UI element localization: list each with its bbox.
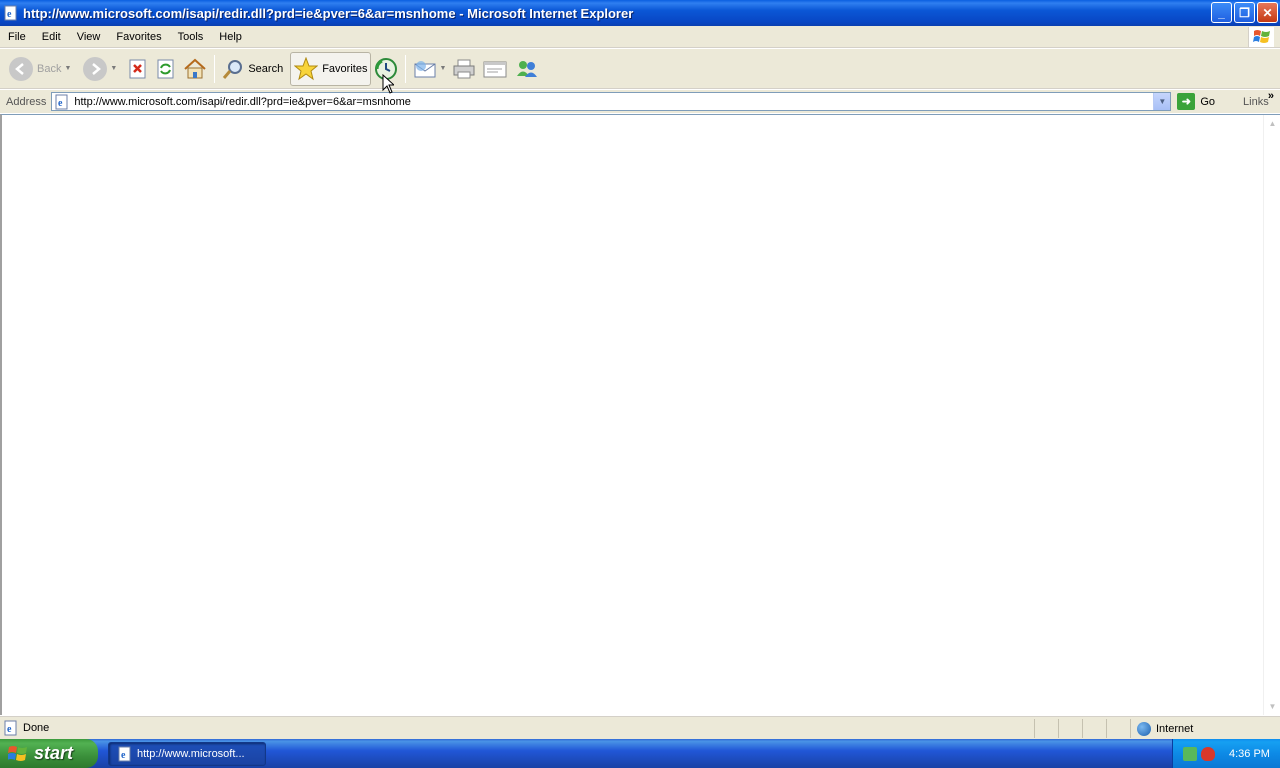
globe-icon — [1137, 721, 1151, 736]
toolbar-separator — [405, 54, 407, 83]
security-shield-icon[interactable] — [1201, 746, 1215, 761]
ie-page-icon: e — [4, 720, 17, 736]
toolbar-overflow-icon[interactable]: » — [1268, 90, 1274, 102]
edit-icon — [483, 61, 507, 77]
restore-button[interactable]: ❐ — [1234, 2, 1255, 23]
menu-bar: File Edit View Favorites Tools Help — [0, 26, 1280, 48]
status-bar: e Done Internet — [0, 716, 1280, 739]
mail-dropdown-icon[interactable]: ▼ — [439, 65, 446, 72]
ie-page-icon: e — [4, 5, 17, 21]
ie-page-icon: e — [55, 94, 68, 109]
menu-file[interactable]: File — [0, 26, 34, 48]
go-arrow-icon: ➜ — [1177, 93, 1196, 110]
scroll-up-icon[interactable]: ▲ — [1264, 115, 1280, 132]
favorites-label: Favorites — [322, 62, 368, 75]
windows-flag-icon — [1248, 27, 1274, 47]
status-pane — [1082, 719, 1106, 738]
start-label: start — [34, 743, 74, 763]
svg-text:e: e — [121, 750, 126, 761]
security-zone: Internet — [1130, 719, 1280, 738]
menu-favorites[interactable]: Favorites — [108, 26, 169, 48]
address-label: Address — [6, 95, 47, 108]
network-icon[interactable] — [1183, 746, 1197, 761]
favorites-button[interactable]: Favorites — [290, 51, 372, 86]
window-controls: _ ❐ ✕ — [1211, 2, 1278, 23]
favorites-star-icon — [294, 56, 319, 80]
back-button[interactable]: Back ▼ — [6, 52, 74, 86]
svg-text:e: e — [7, 724, 12, 735]
print-icon — [453, 59, 475, 78]
stop-icon — [129, 59, 146, 78]
messenger-icon — [517, 60, 538, 77]
clock[interactable]: 4:36 PM — [1229, 748, 1270, 760]
menu-help[interactable]: Help — [211, 26, 250, 48]
back-dropdown-icon[interactable]: ▼ — [64, 65, 71, 72]
taskbar-item-ie[interactable]: e http://www.microsoft... — [108, 741, 266, 766]
address-bar: Address e ▼ ➜ Go Links » — [0, 90, 1280, 113]
zone-label: Internet — [1156, 722, 1194, 735]
back-icon — [9, 56, 33, 81]
status-pane — [1058, 719, 1082, 738]
links-button[interactable]: Links — [1243, 96, 1269, 108]
title-bar: e http://www.microsoft.com/isapi/redir.d… — [0, 0, 1280, 26]
ie-page-icon: e — [118, 746, 131, 761]
taskbar-item-label: http://www.microsoft... — [137, 747, 245, 760]
menu-view[interactable]: View — [69, 26, 109, 48]
toolbar-separator — [214, 54, 216, 83]
window-title: http://www.microsoft.com/isapi/redir.dll… — [23, 5, 634, 21]
refresh-button[interactable] — [152, 52, 180, 86]
refresh-icon — [157, 59, 174, 78]
search-icon — [223, 59, 243, 79]
mail-button[interactable]: ▼ — [410, 52, 449, 86]
address-input[interactable] — [74, 95, 1145, 108]
back-label: Back — [37, 62, 62, 75]
search-label: Search — [248, 62, 284, 75]
forward-dropdown-icon[interactable]: ▼ — [110, 65, 117, 72]
search-button[interactable]: Search — [219, 52, 286, 86]
edit-button[interactable] — [479, 52, 511, 86]
windows-flag-icon — [8, 745, 27, 761]
print-button[interactable] — [449, 52, 479, 86]
forward-button[interactable]: ▼ — [80, 52, 120, 86]
menu-tools[interactable]: Tools — [170, 26, 212, 48]
home-icon — [184, 58, 207, 78]
go-label: Go — [1200, 95, 1216, 108]
close-button[interactable]: ✕ — [1257, 2, 1278, 23]
minimize-button[interactable]: _ — [1211, 2, 1232, 23]
status-pane — [1106, 719, 1130, 738]
status-text: Done — [23, 722, 50, 734]
page-content: ▲ ▼ — [0, 114, 1280, 715]
mail-icon — [414, 60, 436, 77]
svg-text:e: e — [7, 9, 12, 20]
svg-text:e: e — [58, 98, 63, 109]
mouse-cursor-icon — [382, 74, 394, 94]
home-button[interactable] — [180, 52, 210, 86]
status-panes: Internet — [1034, 719, 1280, 738]
address-dropdown-icon[interactable]: ▼ — [1153, 93, 1171, 110]
stop-button[interactable] — [124, 52, 152, 86]
standard-toolbar: Back ▼ ▼ Search Favorites ▼ — [0, 49, 1280, 89]
vertical-scrollbar[interactable]: ▲ ▼ — [1263, 115, 1280, 715]
taskbar: start e http://www.microsoft... 4:36 PM — [0, 739, 1280, 768]
start-button[interactable]: start — [0, 739, 98, 768]
system-tray: 4:36 PM — [1172, 739, 1280, 768]
address-field[interactable]: e ▼ — [51, 92, 1172, 111]
forward-icon — [83, 56, 108, 81]
go-button[interactable]: ➜ Go — [1177, 93, 1215, 110]
menu-edit[interactable]: Edit — [34, 26, 69, 48]
messenger-button[interactable] — [511, 52, 543, 86]
scroll-down-icon[interactable]: ▼ — [1264, 698, 1280, 715]
status-pane — [1034, 719, 1058, 738]
